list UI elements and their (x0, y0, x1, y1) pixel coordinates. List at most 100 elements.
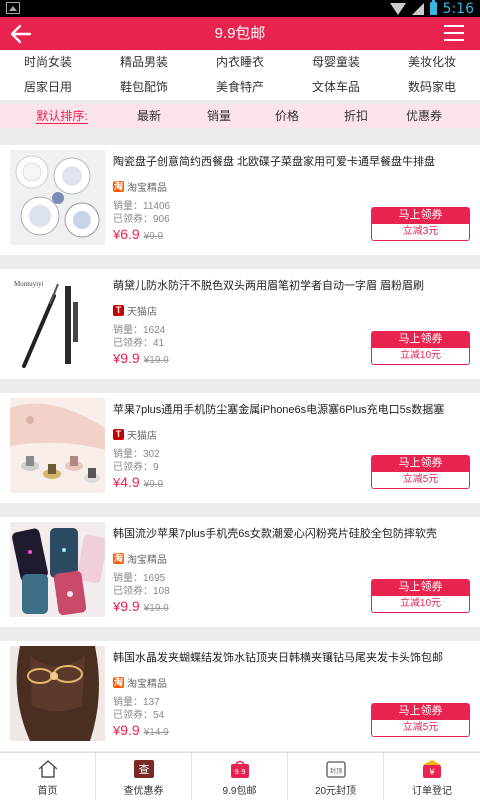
get-coupon-button[interactable]: 马上领券 立减5元 (371, 455, 470, 489)
sort-newest[interactable]: 最新 (114, 104, 184, 128)
category-item[interactable]: 数码家电 (384, 75, 480, 100)
order-register-icon: ¥ (421, 759, 443, 779)
product-title[interactable]: 萌黛儿防水防汗不脱色双头两用眉笔初学者自动一字眉 眉粉眉刷 (113, 277, 473, 293)
product-title[interactable]: 陶瓷盘子创意简约西餐盘 北欧碟子菜盘家用可爱卡通早餐盘牛排盘 (113, 153, 473, 169)
price: ¥9.9 ¥14.9 (113, 722, 169, 738)
hamburger-icon (444, 25, 464, 27)
category-item[interactable]: 精品男装 (96, 50, 192, 75)
product-image[interactable] (10, 646, 105, 741)
get-coupon-button[interactable]: 马上领券 立减10元 (371, 579, 470, 613)
coupon-claimed-count: 已领券：41 (113, 338, 165, 349)
svg-text:查: 查 (138, 762, 149, 776)
shop-info: T 天猫店 (113, 303, 157, 318)
product-image[interactable] (10, 398, 105, 493)
battery-icon (429, 0, 437, 15)
sort-coupon[interactable]: 优惠券 (389, 104, 459, 128)
product-card[interactable]: Montuyiyi 萌黛儿防水防汗不脱色双头两用眉笔初学者自动一字眉 眉粉眉刷 … (0, 269, 480, 379)
shop-info: 淘 淘宝精品 (113, 179, 167, 194)
product-card[interactable]: 陶瓷盘子创意简约西餐盘 北欧碟子菜盘家用可爱卡通早餐盘牛排盘 淘 淘宝精品 销量… (0, 145, 480, 255)
shop-name: 淘宝精品 (127, 679, 167, 690)
coupon-discount: 立减10元 (371, 348, 470, 365)
page-title: 9.9包邮 (214, 25, 266, 42)
original-price: ¥9.9 (143, 231, 164, 242)
coupon-claimed-count: 已领券：906 (113, 214, 170, 225)
taobao-icon: 淘 (113, 677, 124, 688)
svg-text:¥: ¥ (429, 768, 435, 778)
status-bar: 5:16 (0, 0, 480, 17)
product-card[interactable]: 苹果7plus通用手机防尘塞金属iPhone6s电源塞6Plus充电口5s数据塞… (0, 393, 480, 503)
price: ¥4.9 ¥9.9 (113, 474, 164, 490)
product-image[interactable] (10, 150, 105, 245)
price: ¥9.9 ¥19.9 (113, 598, 169, 614)
category-grid: 时尚女装 精品男装 内衣睡衣 母婴童装 美妆化妆 居家日用 鞋包配饰 美食特产 … (0, 50, 480, 100)
sort-price[interactable]: 价格 (252, 104, 322, 128)
shop-info: 淘 淘宝精品 (113, 675, 167, 690)
shop-info: 淘 淘宝精品 (113, 551, 167, 566)
product-image[interactable] (10, 522, 105, 617)
coupon-discount: 立减3元 (371, 224, 470, 241)
coupon-discount: 立减5元 (371, 720, 470, 737)
category-item[interactable]: 美食特产 (192, 75, 288, 100)
gallery-notification-icon (6, 2, 20, 14)
taobao-icon: 淘 (113, 181, 124, 192)
status-icons: 5:16 (389, 0, 474, 17)
get-coupon-button[interactable]: 马上领券 立减10元 (371, 331, 470, 365)
product-title[interactable]: 韩国水晶发夹蝴蝶结发饰水钻顶夹日韩横夹镶钻马尾夹发卡头饰包邮 (113, 649, 473, 665)
nav-home[interactable]: 首页 (0, 753, 96, 800)
product-image[interactable]: Montuyiyi (10, 274, 105, 369)
original-price: ¥19.9 (143, 355, 169, 366)
category-item[interactable]: 时尚女装 (0, 50, 96, 75)
wifi-icon (389, 2, 406, 15)
product-card[interactable]: 韩国水晶发夹蝴蝶结发饰水钻顶夹日韩横夹镶钻马尾夹发卡头饰包邮 淘 淘宝精品 销量… (0, 641, 480, 751)
coupon-discount: 立减5元 (371, 472, 470, 489)
tmall-icon: T (113, 429, 124, 440)
category-item[interactable]: 鞋包配饰 (96, 75, 192, 100)
bottom-nav: 首页 查 查优惠券 9.9 9.9包邮 封顶 20元封顶 ¥ 订单登记 (0, 752, 480, 800)
price-cap-icon: 封顶 (325, 759, 347, 779)
sort-sales[interactable]: 销量 (184, 104, 254, 128)
nav-order-register[interactable]: ¥ 订单登记 (384, 753, 480, 800)
get-coupon-button[interactable]: 马上领券 立减5元 (371, 703, 470, 737)
shop-name: 淘宝精品 (127, 555, 167, 566)
category-item[interactable]: 美妆化妆 (384, 50, 480, 75)
shop-name: 天猫店 (127, 307, 157, 318)
coupon-search-icon: 查 (133, 759, 155, 779)
category-item[interactable]: 母婴童装 (288, 50, 384, 75)
shop-name: 淘宝精品 (127, 183, 167, 194)
coupon-claimed-count: 已领券：54 (113, 710, 165, 721)
get-coupon-button[interactable]: 马上领券 立减3元 (371, 207, 470, 241)
product-title[interactable]: 韩国流沙苹果7plus手机壳6s女款潮爱心闪粉亮片硅胶全包防摔软壳 (113, 525, 473, 541)
signal-icon (411, 2, 424, 15)
shop-info: T 天猫店 (113, 427, 157, 442)
original-price: ¥9.9 (143, 479, 164, 490)
svg-text:Montuyiyi: Montuyiyi (14, 280, 44, 288)
svg-text:封顶: 封顶 (329, 767, 341, 775)
nav-20-cap[interactable]: 封顶 20元封顶 (288, 753, 384, 800)
coupon-discount: 立减10元 (371, 596, 470, 613)
category-item[interactable]: 居家日用 (0, 75, 96, 100)
svg-text:9.9: 9.9 (234, 768, 245, 776)
nav-coupon-search[interactable]: 查 查优惠券 (96, 753, 192, 800)
price: ¥9.9 ¥19.9 (113, 350, 169, 366)
home-icon (37, 759, 59, 779)
category-item[interactable]: 内衣睡衣 (192, 50, 288, 75)
original-price: ¥19.9 (143, 603, 169, 614)
menu-button[interactable] (444, 25, 464, 42)
shopping-bag-icon: 9.9 (229, 759, 251, 779)
coupon-claimed-count: 已领券：108 (113, 586, 170, 597)
shop-name: 天猫店 (127, 431, 157, 442)
sort-discount[interactable]: 折扣 (321, 104, 391, 128)
category-item[interactable]: 文体车品 (288, 75, 384, 100)
nav-9-9[interactable]: 9.9 9.9包邮 (192, 753, 288, 800)
app-header: 9.9包邮 (0, 17, 480, 50)
status-time: 5:16 (442, 0, 474, 17)
sort-default[interactable]: 默认排序: (27, 104, 97, 128)
sort-bar: 默认排序: 最新 销量 价格 折扣 优惠券 (0, 104, 480, 128)
price: ¥6.9 ¥9.9 (113, 226, 164, 242)
taobao-icon: 淘 (113, 553, 124, 564)
tmall-icon: T (113, 305, 124, 316)
coupon-claimed-count: 已领券：9 (113, 462, 159, 473)
original-price: ¥14.9 (143, 727, 169, 738)
product-title[interactable]: 苹果7plus通用手机防尘塞金属iPhone6s电源塞6Plus充电口5s数据塞 (113, 401, 473, 417)
product-card[interactable]: 韩国流沙苹果7plus手机壳6s女款潮爱心闪粉亮片硅胶全包防摔软壳 淘 淘宝精品… (0, 517, 480, 627)
